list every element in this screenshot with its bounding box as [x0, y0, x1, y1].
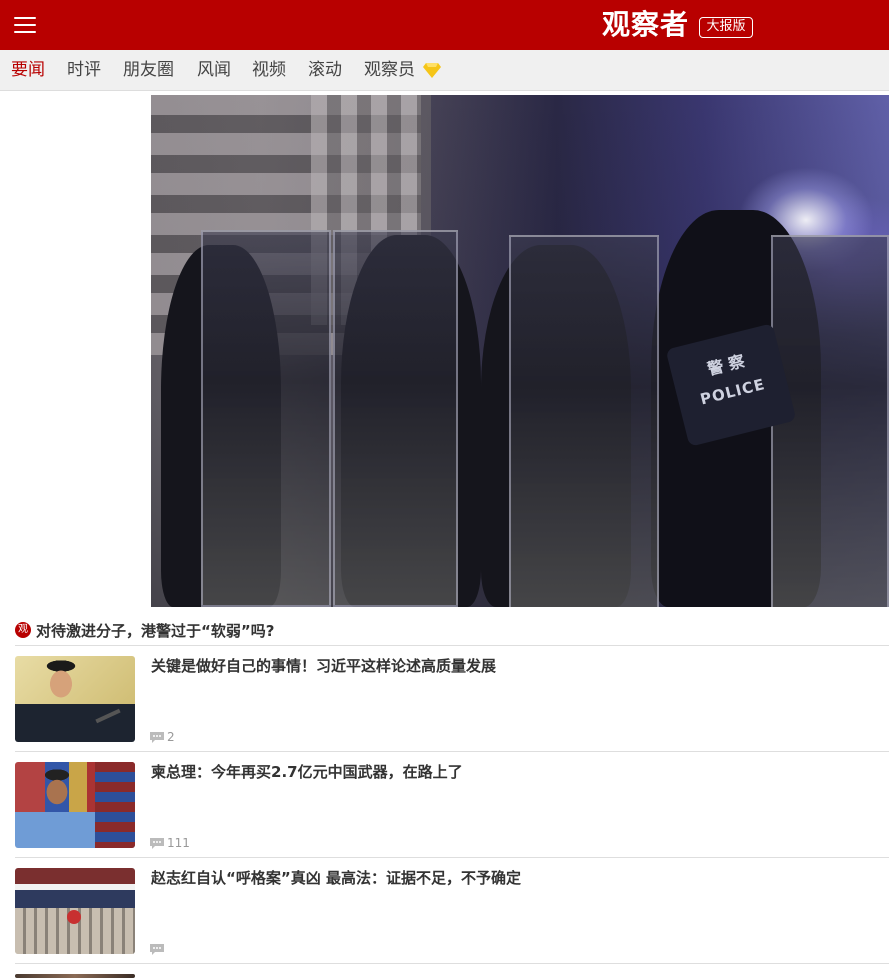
comment-icon — [150, 731, 164, 743]
nav-item-headlines[interactable]: 要闻 — [11, 50, 45, 91]
divider — [15, 645, 889, 646]
comment-count-value: 111 — [167, 836, 190, 850]
article-thumbnail[interactable] — [15, 656, 135, 742]
article-thumbnail[interactable] — [15, 762, 135, 848]
divider — [15, 857, 889, 858]
lead-headline[interactable]: 观 对待激进分子，港警过于“软弱”吗? — [15, 619, 274, 641]
nav-item-rolling[interactable]: 滚动 — [308, 50, 342, 91]
article-thumbnail-partial[interactable] — [15, 974, 135, 978]
comment-count: 111 — [150, 836, 190, 850]
nav-item-friends-circle[interactable]: 朋友圈 — [123, 50, 174, 91]
list-item[interactable]: 赵志红自认“呼格案”真凶 最高法：证据不足，不予确定 — [15, 868, 889, 956]
comment-count — [150, 942, 167, 956]
top-header: 观察者 大报版 — [0, 0, 889, 50]
nav-item-observer[interactable]: 观察员 — [364, 50, 415, 91]
channel-nav: 要闻 时评 朋友圈 风闻 视频 滚动 观察员 — [0, 50, 889, 91]
diamond-icon — [423, 63, 441, 78]
guancha-badge-icon: 观 — [15, 622, 31, 638]
nav-item-video[interactable]: 视频 — [252, 50, 286, 91]
nav-item-fengwen[interactable]: 风闻 — [197, 50, 231, 91]
divider — [15, 751, 889, 752]
nav-item-commentary[interactable]: 时评 — [67, 50, 101, 91]
list-item[interactable]: 柬总理：今年再买2.7亿元中国武器，在路上了 111 — [15, 762, 889, 850]
divider — [15, 963, 889, 964]
lead-headline-title[interactable]: 对待激进分子，港警过于“软弱”吗? — [36, 620, 274, 641]
comment-count: 2 — [150, 730, 175, 744]
article-title[interactable]: 关键是做好自己的事情！习近平这样论述高质量发展 — [151, 656, 496, 676]
list-item[interactable]: 关键是做好自己的事情！习近平这样论述高质量发展 2 — [15, 656, 889, 744]
article-title[interactable]: 赵志红自认“呼格案”真凶 最高法：证据不足，不予确定 — [151, 868, 521, 888]
comment-icon — [150, 943, 164, 955]
comment-icon — [150, 837, 164, 849]
hero-image[interactable]: 警 察 POLICE — [151, 95, 889, 607]
riot-shield — [333, 230, 458, 607]
riot-shield — [509, 235, 659, 607]
desktop-edition-button[interactable]: 大报版 — [699, 17, 753, 38]
article-thumbnail[interactable] — [15, 868, 135, 954]
riot-shield — [201, 230, 331, 607]
comment-count-value: 2 — [167, 730, 175, 744]
hamburger-menu-icon[interactable] — [14, 15, 36, 35]
article-title[interactable]: 柬总理：今年再买2.7亿元中国武器，在路上了 — [151, 762, 463, 782]
site-logo[interactable]: 观察者 — [602, 6, 689, 44]
